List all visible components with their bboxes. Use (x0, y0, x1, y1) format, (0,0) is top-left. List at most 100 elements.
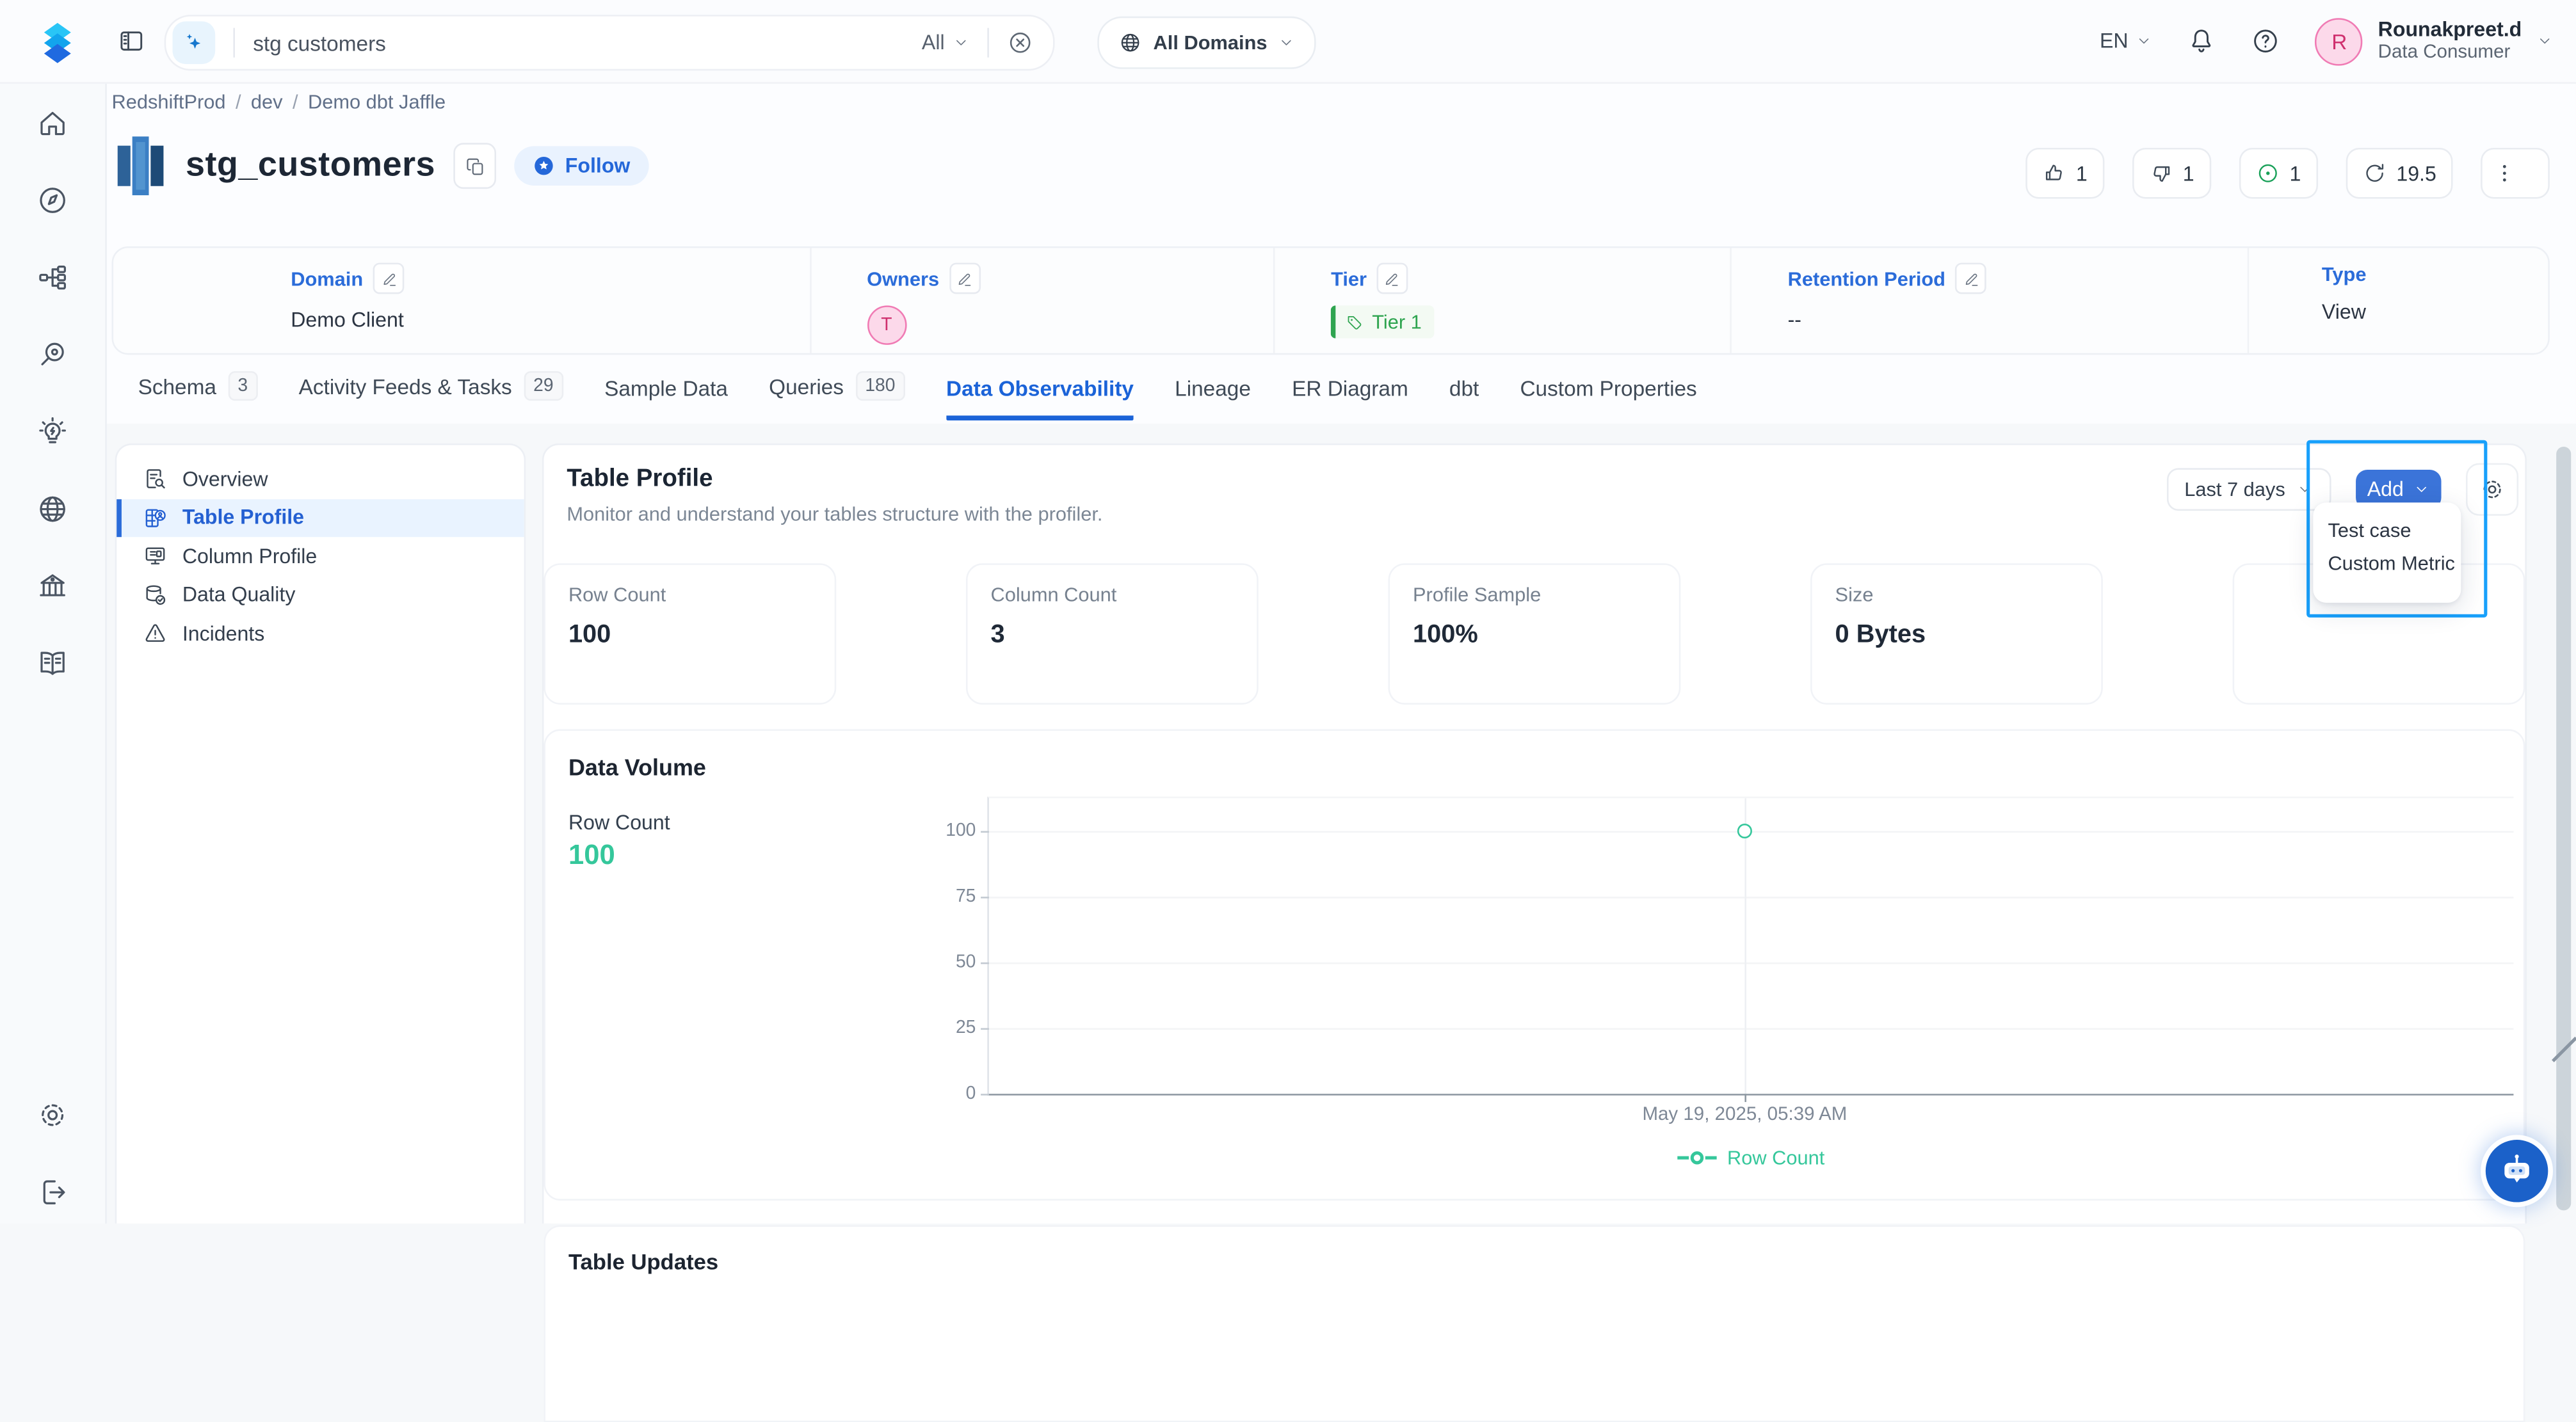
global-search-bar[interactable]: stg customers All (165, 15, 1055, 70)
stat-value: 0 Bytes (1835, 621, 2079, 650)
tier-value: Tier 1 (1372, 310, 1422, 333)
domains-globe-icon[interactable] (36, 493, 68, 525)
edit-tier-button[interactable] (1376, 263, 1408, 294)
warning-triangle-icon (143, 621, 167, 646)
search-scope-dropdown[interactable]: All (922, 31, 969, 54)
domains-filter-label: All Domains (1154, 31, 1268, 54)
tab-schema[interactable]: Schema3 (138, 371, 258, 420)
owner-avatar[interactable]: T (867, 305, 906, 345)
page-title: stg_customers (186, 146, 435, 186)
stat-value: 100 (568, 621, 812, 650)
chart-summary: Row Count 100 (568, 811, 670, 872)
y-tick: 100 (946, 821, 976, 841)
follow-button[interactable]: Follow (514, 146, 648, 186)
clear-search-icon[interactable] (1007, 29, 1033, 56)
version-refresh-icon (2362, 161, 2386, 185)
entity-header: RedshiftProd / dev / Demo dbt Jaffle stg… (105, 82, 2576, 425)
divider (987, 28, 989, 58)
monitor-doc-icon (143, 544, 167, 568)
y-tick: 75 (956, 887, 976, 907)
subnav-item-incidents[interactable]: Incidents (117, 614, 524, 653)
version-button[interactable]: 19.5 (2346, 148, 2453, 199)
tab-dbt[interactable]: dbt (1449, 376, 1479, 420)
edit-retention-button[interactable] (1955, 263, 1986, 294)
pencil-icon (956, 270, 973, 287)
explore-compass-icon[interactable] (36, 184, 68, 216)
breadcrumb-link-service[interactable]: RedshiftProd (112, 90, 226, 113)
subnav-item-column-profile[interactable]: Column Profile (117, 537, 524, 575)
tab-badge: 29 (524, 371, 563, 401)
user-menu[interactable]: R Rounakpreet.d Data Consumer (2315, 17, 2553, 65)
entity-tabs: Schema3 Activity Feeds & Tasks29 Sample … (138, 371, 1697, 420)
tab-queries[interactable]: Queries180 (769, 371, 905, 420)
search-input[interactable]: stg customers (253, 30, 922, 54)
pencil-icon (1963, 270, 1979, 287)
notifications-bell-icon[interactable] (2187, 26, 2217, 56)
tab-lineage[interactable]: Lineage (1175, 376, 1251, 420)
tab-activity-feeds[interactable]: Activity Feeds & Tasks29 (299, 371, 563, 420)
app-logo-icon[interactable] (35, 18, 81, 64)
tab-custom-properties[interactable]: Custom Properties (1520, 376, 1696, 420)
left-nav-rail (0, 82, 107, 1224)
summary-metric-value: 100 (568, 839, 670, 872)
follow-label: Follow (565, 154, 631, 177)
more-actions-button[interactable] (2481, 148, 2550, 199)
sidebar-toggle-icon[interactable] (117, 26, 146, 56)
profile-settings-button[interactable] (2466, 463, 2518, 516)
type-value: View (2322, 301, 2576, 324)
breadcrumb-link-schema[interactable]: Demo dbt Jaffle (308, 90, 446, 113)
version-number: 19.5 (2396, 162, 2436, 185)
glossary-book-icon[interactable] (36, 647, 68, 680)
incident-button[interactable]: 1 (2239, 148, 2317, 199)
gridline (989, 963, 2514, 964)
edit-owners-button[interactable] (949, 263, 980, 294)
logout-icon[interactable] (36, 1176, 68, 1208)
upvote-button[interactable]: 1 (2025, 148, 2104, 199)
profile-stats-row: Row Count 100 Column Count 3 Profile Sam… (543, 560, 2525, 705)
observability-icon[interactable] (36, 339, 68, 371)
content-area: Overview Table Profile Column Profile Da… (105, 424, 2576, 1224)
breadcrumb: RedshiftProd / dev / Demo dbt Jaffle (112, 90, 446, 113)
copy-name-button[interactable] (453, 143, 496, 189)
retention-label: Retention Period (1788, 267, 1945, 290)
subnav-item-data-quality[interactable]: Data Quality (117, 575, 524, 614)
settings-gear-icon[interactable] (36, 1099, 68, 1131)
add-button-label: Add (2367, 478, 2404, 501)
downvote-button[interactable]: 1 (2132, 148, 2210, 199)
page-scrollbar[interactable] (2556, 447, 2571, 1210)
upvote-count: 1 (2076, 162, 2088, 185)
menu-item-custom-metric[interactable]: Custom Metric (2313, 547, 2461, 580)
y-tick: 25 (956, 1018, 976, 1038)
language-selector[interactable]: EN (2100, 29, 2153, 52)
subnav-item-overview[interactable]: Overview (117, 460, 524, 499)
help-icon[interactable] (2251, 26, 2281, 56)
chat-assistant-button[interactable] (2486, 1140, 2548, 1202)
downvote-count: 1 (2183, 162, 2194, 185)
time-range-dropdown[interactable]: Last 7 days (2166, 468, 2331, 511)
breadcrumb-link-database[interactable]: dev (251, 90, 283, 113)
stat-card-column-count: Column Count 3 (966, 563, 1259, 705)
observability-subnav: Overview Table Profile Column Profile Da… (115, 443, 526, 1224)
tier-badge[interactable]: Tier 1 (1331, 305, 1435, 338)
subnav-item-table-profile[interactable]: Table Profile (117, 499, 524, 537)
edit-domain-button[interactable] (373, 263, 405, 294)
insights-bulb-icon[interactable] (36, 415, 68, 448)
stat-label: Column Count (990, 583, 1234, 606)
governance-bank-icon[interactable] (36, 570, 68, 603)
stat-card-profile-sample: Profile Sample 100% (1389, 563, 1681, 705)
domains-filter[interactable]: All Domains (1097, 17, 1316, 69)
tab-data-observability[interactable]: Data Observability (946, 376, 1134, 420)
chart-legend[interactable]: Row Count (989, 1146, 2514, 1169)
gridline (989, 1028, 2514, 1030)
menu-item-test-case[interactable]: Test case (2313, 514, 2461, 547)
tab-er-diagram[interactable]: ER Diagram (1292, 376, 1408, 420)
meta-retention: Retention Period -- (1730, 248, 2248, 353)
home-icon[interactable] (36, 107, 68, 140)
gridline (989, 897, 2514, 899)
tab-badge: 3 (228, 371, 258, 401)
meta-owners: Owners T (809, 248, 1273, 353)
stat-label: Profile Sample (1413, 583, 1656, 606)
data-assets-sitemap-icon[interactable] (36, 261, 68, 294)
y-tick: 0 (966, 1084, 976, 1104)
tab-sample-data[interactable]: Sample Data (604, 376, 728, 420)
